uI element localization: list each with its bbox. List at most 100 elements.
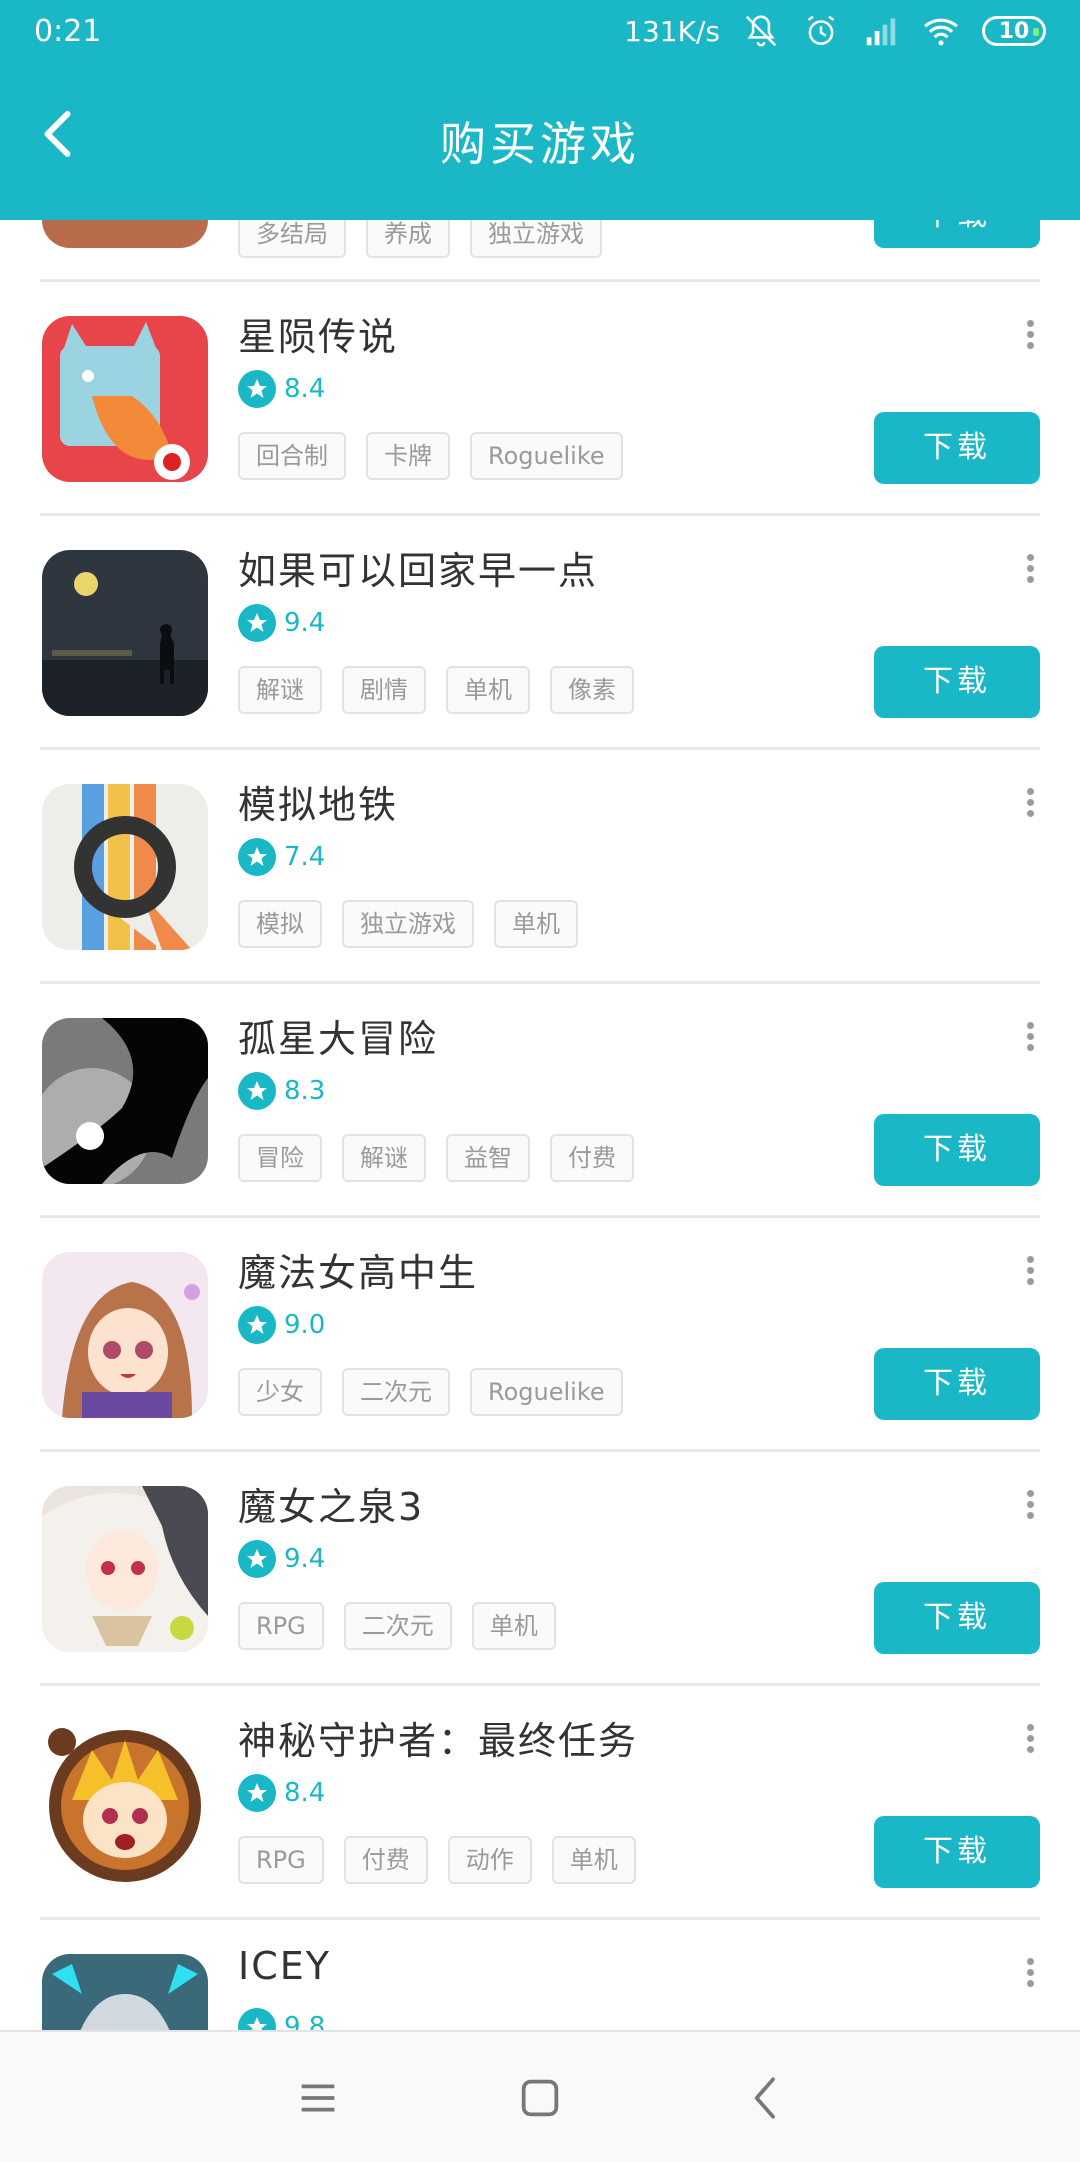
- star-icon: [238, 604, 276, 642]
- tag-list: 冒险 解谜 益智 付费: [238, 1134, 634, 1182]
- tag-list: RPG 二次元 单机: [238, 1602, 556, 1650]
- tag-list: 解谜 剧情 单机 像素: [238, 666, 634, 714]
- tag: 卡牌: [366, 432, 450, 480]
- download-button[interactable]: 下载: [874, 412, 1040, 484]
- list-item-game[interactable]: 模拟地铁 7.4 模拟 独立游戏 单机: [40, 750, 1040, 984]
- tag: RPG: [238, 1602, 324, 1650]
- tag: 益智: [446, 1134, 530, 1182]
- more-options-icon[interactable]: [1020, 1954, 1040, 1994]
- tag: 模拟: [238, 900, 322, 948]
- rating: 7.4: [238, 838, 325, 876]
- game-name: 如果可以回家早一点: [238, 549, 599, 593]
- tag: 解谜: [238, 666, 322, 714]
- network-speed: 131K/s: [624, 14, 720, 48]
- status-bar: 0:21 131K/s 10: [0, 0, 1080, 64]
- download-button[interactable]: 下载: [874, 1348, 1040, 1420]
- battery-icon: 10: [982, 16, 1046, 46]
- tag: RPG: [238, 1836, 324, 1884]
- list-item-game[interactable]: 孤星大冒险 8.3 冒险 解谜 益智 付费 下载: [40, 984, 1040, 1218]
- star-icon: [238, 1306, 276, 1344]
- rating-value: 8.4: [284, 374, 326, 404]
- game-icon-moni-ditie: [42, 784, 208, 950]
- star-icon: [238, 1774, 276, 1812]
- tag: Roguelike: [470, 432, 623, 480]
- more-options-icon[interactable]: [1020, 1252, 1040, 1292]
- tag-list: 回合制 卡牌 Roguelike: [238, 432, 623, 480]
- wifi-icon: [924, 18, 958, 46]
- tag: 二次元: [342, 1368, 450, 1416]
- star-icon: [238, 370, 276, 408]
- app-header: 0:21 131K/s 10 购买游戏: [0, 0, 1080, 220]
- game-name: 魔法女高中生: [238, 1251, 479, 1295]
- tag: 单机: [446, 666, 530, 714]
- home-icon[interactable]: [512, 2070, 568, 2126]
- game-name: 神秘守护者：最终任务: [238, 1719, 639, 1763]
- tag: 单机: [471, 1602, 556, 1650]
- list-item-game[interactable]: 如果可以回家早一点 9.4 解谜 剧情 单机 像素 下载: [40, 516, 1040, 750]
- more-options-icon[interactable]: [1020, 784, 1040, 824]
- game-icon-xingyun: [42, 316, 208, 482]
- title-bar: 购买游戏: [0, 64, 1080, 220]
- more-options-icon[interactable]: [1020, 1486, 1040, 1526]
- tag: 独立游戏: [342, 900, 474, 948]
- game-icon-monv-zhiquan: [42, 1486, 208, 1652]
- rating-value: 9.4: [284, 1544, 326, 1574]
- back-icon[interactable]: [738, 2070, 794, 2126]
- rating-value: 8.4: [284, 1778, 326, 1808]
- signal-icon: [866, 18, 896, 46]
- tag: 像素: [550, 666, 634, 714]
- rating-value: 8.3: [284, 1076, 326, 1106]
- game-name: 星陨传说: [238, 315, 399, 359]
- tag: 付费: [343, 1836, 428, 1884]
- game-name: ICEY: [238, 1944, 331, 1988]
- more-options-icon[interactable]: [1020, 316, 1040, 356]
- download-button[interactable]: 下载: [874, 646, 1040, 718]
- tag: 解谜: [342, 1134, 426, 1182]
- rating: 9.4: [238, 604, 325, 642]
- game-icon-shenmi-shouhu: [42, 1720, 208, 1886]
- star-icon: [238, 838, 276, 876]
- battery-charge-dot: [1033, 28, 1039, 36]
- list-item-game[interactable]: ICEY 9.8: [40, 1920, 1040, 2030]
- tag: 动作: [447, 1836, 532, 1884]
- star-icon: [238, 1072, 276, 1110]
- tag: 剧情: [342, 666, 426, 714]
- system-nav-bar: [0, 2030, 1080, 2162]
- rating: 8.4: [238, 370, 325, 408]
- more-options-icon[interactable]: [1020, 1720, 1040, 1760]
- tag-list: RPG 付费 动作 单机: [238, 1836, 636, 1884]
- download-button[interactable]: 下载: [874, 1816, 1040, 1888]
- more-options-icon[interactable]: [1020, 550, 1040, 590]
- star-icon: [238, 1540, 276, 1578]
- game-icon-mofa-nv: [42, 1252, 208, 1418]
- game-icon-huijia: [42, 550, 208, 716]
- rating: 9.0: [238, 1306, 325, 1344]
- list-item-game[interactable]: 神秘守护者：最终任务 8.4 RPG 付费 动作 单机 下载: [40, 1686, 1040, 1920]
- tag: Roguelike: [470, 1368, 623, 1416]
- list-item-game[interactable]: 魔女之泉3 9.4 RPG 二次元 单机 下载: [40, 1452, 1040, 1686]
- alarm-icon: [807, 15, 835, 45]
- rating: 9.8: [238, 2008, 325, 2030]
- star-icon: [238, 2008, 276, 2030]
- tag-list: 模拟 独立游戏 单机: [238, 900, 578, 948]
- tag: 单机: [494, 900, 578, 948]
- download-button[interactable]: 下载: [874, 1582, 1040, 1654]
- game-list[interactable]: 多结局 养成 独立游戏 下载 星陨传说 8.4 回合制 卡牌 Roguelike…: [0, 0, 1080, 2030]
- tag: 付费: [550, 1134, 634, 1182]
- rating: 8.3: [238, 1072, 325, 1110]
- list-item-game[interactable]: 魔法女高中生 9.0 少女 二次元 Roguelike 下载: [40, 1218, 1040, 1452]
- more-options-icon[interactable]: [1020, 1018, 1040, 1058]
- battery-level: 10: [998, 18, 1030, 44]
- page-title: 购买游戏: [440, 117, 640, 171]
- rating-value: 9.0: [284, 1310, 326, 1340]
- game-name: 孤星大冒险: [238, 1017, 439, 1061]
- game-icon-icey: [42, 1954, 208, 2030]
- list-item-game[interactable]: 星陨传说 8.4 回合制 卡牌 Roguelike 下载: [40, 282, 1040, 516]
- rating-value: 7.4: [284, 842, 326, 872]
- tag: 少女: [238, 1368, 322, 1416]
- game-icon-guxing: [42, 1018, 208, 1184]
- status-icons: 131K/s 10: [624, 12, 1046, 50]
- menu-icon[interactable]: [290, 2070, 346, 2126]
- download-button[interactable]: 下载: [874, 1114, 1040, 1186]
- tag: 回合制: [238, 432, 346, 480]
